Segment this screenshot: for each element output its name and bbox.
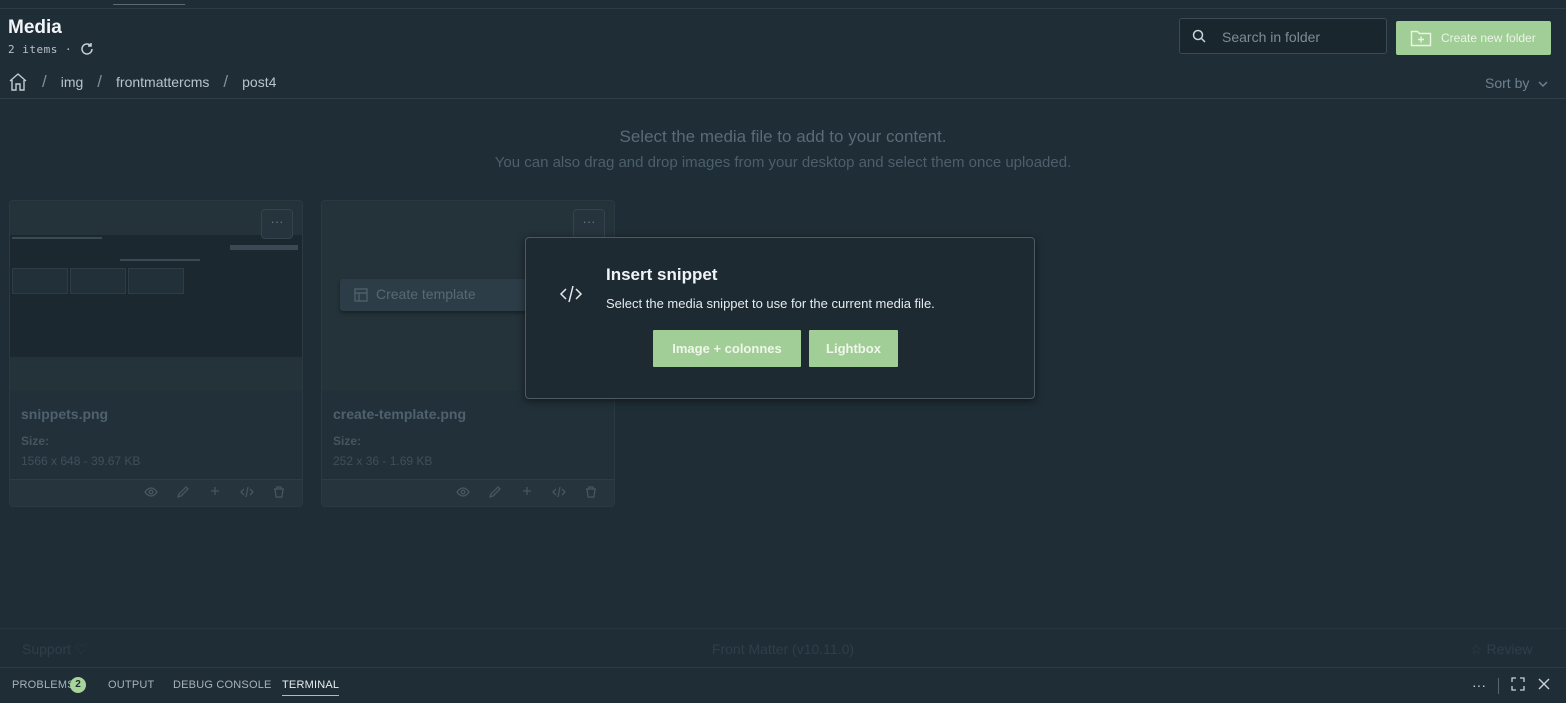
- delete-icon[interactable]: [271, 485, 287, 501]
- file-name: create-template.png: [333, 406, 467, 422]
- preview-label: Create template: [376, 286, 476, 302]
- breadcrumb-item-img[interactable]: img: [61, 74, 84, 90]
- create-folder-label: Create new folder: [1441, 31, 1536, 45]
- view-icon[interactable]: [143, 485, 159, 501]
- divider: [1498, 678, 1499, 694]
- dialog-description: Select the media snippet to use for the …: [606, 296, 935, 311]
- create-folder-button[interactable]: Create new folder: [1396, 21, 1551, 55]
- problems-count-badge: 2: [70, 677, 86, 693]
- snippet-icon[interactable]: [239, 485, 255, 501]
- media-thumbnail[interactable]: ···: [10, 201, 302, 391]
- size-label: Size:: [333, 434, 362, 448]
- media-card[interactable]: ··· snippets.png Size: 1566 x 648 - 39.6…: [9, 200, 303, 507]
- help-text-secondary: You can also drag and drop images from y…: [494, 154, 1072, 171]
- file-name: snippets.png: [21, 406, 109, 422]
- snippet-button-lightbox[interactable]: Lightbox: [809, 330, 898, 367]
- breadcrumb-separator: /: [97, 72, 103, 91]
- tab-problems[interactable]: PROBLEMS: [12, 679, 75, 691]
- template-icon: [354, 288, 368, 302]
- active-tab-indicator: [113, 4, 185, 5]
- breadcrumb-separator: /: [42, 72, 47, 91]
- edit-icon[interactable]: [175, 485, 191, 501]
- dialog-title: Insert snippet: [606, 265, 718, 284]
- media-info: snippets.png Size: 1566 x 648 - 39.67 KB: [10, 391, 302, 479]
- editor-tab-strip: [0, 0, 1566, 9]
- search-box[interactable]: [1179, 18, 1387, 54]
- snippet-button-image-colonnes[interactable]: Image + colonnes: [653, 330, 801, 367]
- tab-debug-console[interactable]: DEBUG CONSOLE: [173, 679, 272, 691]
- card-menu-button[interactable]: ···: [573, 209, 605, 239]
- item-count: 2 items ·: [8, 43, 73, 56]
- front-matter-footer: Support ♡ Front Matter (v10.11.0) ☆ Revi…: [0, 628, 1566, 667]
- breadcrumb-item-post4[interactable]: post4: [242, 74, 276, 90]
- snippet-icon[interactable]: [551, 485, 567, 501]
- size-value: 1566 x 648 - 39.67 KB: [21, 454, 141, 468]
- close-panel-icon[interactable]: [1536, 677, 1552, 693]
- breadcrumb-separator: /: [223, 72, 229, 91]
- star-icon: ☆: [1470, 641, 1483, 657]
- breadcrumb-item-frontmattercms[interactable]: frontmattercms: [116, 74, 209, 90]
- size-label: Size:: [21, 434, 50, 448]
- view-icon[interactable]: [455, 485, 471, 501]
- maximize-panel-icon[interactable]: [1510, 677, 1526, 693]
- card-actions: [322, 479, 614, 506]
- page-title: Media: [8, 17, 62, 38]
- chevron-down-icon: [1538, 81, 1548, 88]
- review-link[interactable]: ☆ Review: [1470, 641, 1532, 658]
- search-icon: [1192, 29, 1206, 43]
- sort-dropdown[interactable]: Sort by: [1485, 75, 1549, 91]
- size-value: 252 x 36 - 1.69 KB: [333, 454, 433, 468]
- refresh-icon[interactable]: [79, 41, 95, 57]
- insert-snippet-dialog: Insert snippet Select the media snippet …: [525, 237, 1035, 399]
- search-input[interactable]: [1220, 26, 1374, 48]
- version-text: Front Matter (v10.11.0): [711, 641, 855, 657]
- sort-label: Sort by: [1485, 75, 1530, 91]
- insert-icon[interactable]: [519, 485, 535, 501]
- thumbnail-image: Create template: [340, 279, 550, 311]
- thumbnail-image: [10, 235, 302, 357]
- insert-icon[interactable]: [207, 485, 223, 501]
- edit-icon[interactable]: [487, 485, 503, 501]
- tab-terminal[interactable]: TERMINAL: [282, 679, 340, 696]
- breadcrumb: / img / frontmattercms / post4: [8, 72, 276, 92]
- home-icon[interactable]: [8, 72, 28, 92]
- more-actions-icon[interactable]: ···: [1471, 677, 1487, 693]
- media-header: Media 2 items · Create new folder / img …: [0, 9, 1566, 99]
- code-icon: [559, 284, 583, 304]
- bottom-panel-tabs: PROBLEMS 2 OUTPUT DEBUG CONSOLE TERMINAL…: [0, 667, 1566, 703]
- card-actions: [10, 479, 302, 506]
- card-menu-button[interactable]: ···: [261, 209, 293, 239]
- folder-plus-icon: [1410, 30, 1432, 47]
- media-info: create-template.png Size: 252 x 36 - 1.6…: [322, 391, 614, 479]
- delete-icon[interactable]: [583, 485, 599, 501]
- help-text-primary: Select the media file to add to your con…: [619, 127, 947, 146]
- tab-output[interactable]: OUTPUT: [108, 679, 154, 691]
